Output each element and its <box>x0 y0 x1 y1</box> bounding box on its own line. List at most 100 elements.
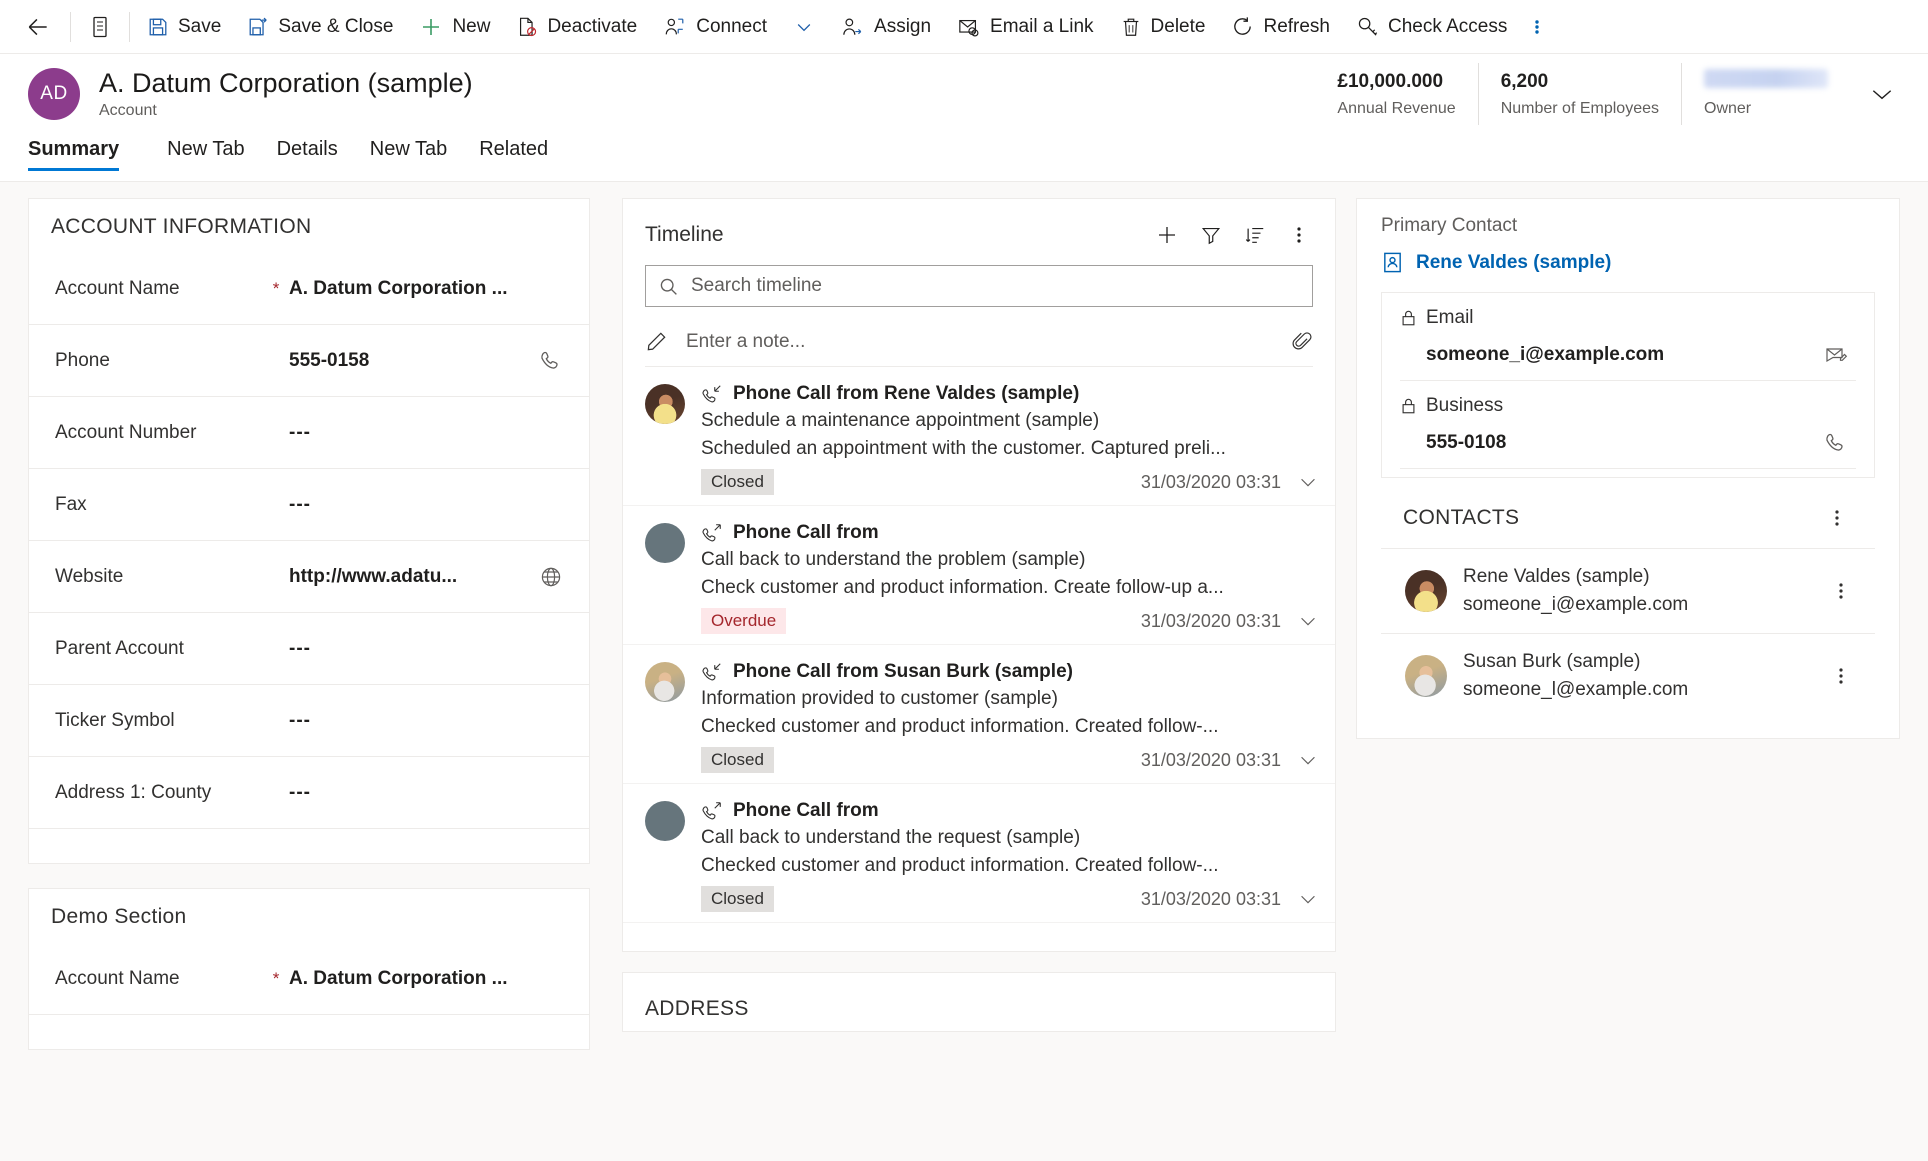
timeline-item[interactable]: Phone Call from Rene Valdes (sample) Sch… <box>623 367 1335 506</box>
field-value: A. Datum Corporation ... <box>289 277 508 299</box>
delete-button[interactable]: Delete <box>1107 0 1219 54</box>
refresh-button[interactable]: Refresh <box>1218 0 1343 54</box>
avatar <box>645 523 685 563</box>
check-access-button[interactable]: Check Access <box>1343 0 1520 54</box>
connect-dropdown-button[interactable] <box>780 0 828 54</box>
timeline-item-description: Checked customer and product information… <box>701 855 1219 876</box>
field-parent-account[interactable]: Parent Account --- <box>29 613 589 685</box>
phone-icon[interactable] <box>1816 431 1856 455</box>
timeline-item-title: Phone Call from <box>733 800 879 821</box>
business-label-wrap: Business <box>1400 395 1856 417</box>
deactivate-button[interactable]: Deactivate <box>503 0 650 54</box>
avatar-initials: AD <box>40 83 68 104</box>
field-label: Fax <box>55 493 87 515</box>
sort-icon <box>1244 224 1266 246</box>
field-website[interactable]: Website http://www.adatu... <box>29 541 589 613</box>
new-button[interactable]: New <box>406 0 503 54</box>
timeline-item-footer: Closed 31/03/2020 03:31 <box>701 747 1319 773</box>
timeline-search-input[interactable]: Search timeline <box>645 265 1313 307</box>
field-demo-account-name[interactable]: Account Name * A. Datum Corporation ... <box>29 943 589 1015</box>
tab-new-tab-2[interactable]: New Tab <box>354 134 463 181</box>
list-item[interactable]: Susan Burk (sample) someone_l@example.co… <box>1381 633 1875 718</box>
email-label-wrap: Email <box>1400 307 1856 329</box>
primary-contact-name: Rene Valdes (sample) <box>1416 251 1612 273</box>
field-account-name[interactable]: Account Name * A. Datum Corporation ... <box>29 253 589 325</box>
header-stat-annual-revenue[interactable]: £10,000.000 Annual Revenue <box>1315 63 1477 125</box>
field-account-number[interactable]: Account Number --- <box>29 397 589 469</box>
timeline-actions <box>1147 215 1319 255</box>
chevron-down-icon <box>794 17 814 37</box>
avatar <box>1405 655 1447 697</box>
toolbar-divider-1 <box>70 11 71 42</box>
list-item[interactable]: Rene Valdes (sample) someone_i@example.c… <box>1381 548 1875 633</box>
address-card: ADDRESS <box>622 972 1336 1032</box>
assign-button[interactable]: Assign <box>828 0 944 54</box>
back-button[interactable] <box>14 3 62 51</box>
phone-icon[interactable] <box>531 349 571 373</box>
page-title: A. Datum Corporation (sample) <box>99 67 473 98</box>
delete-label: Delete <box>1150 15 1206 37</box>
timeline-item-description: Check customer and product information. … <box>701 577 1224 598</box>
contact-email: someone_i@example.com <box>1463 594 1689 615</box>
phone-incoming-icon <box>701 661 723 683</box>
globe-icon[interactable] <box>531 565 571 589</box>
tab-details[interactable]: Details <box>261 134 354 181</box>
primary-contact-link[interactable]: Rene Valdes (sample) <box>1381 251 1875 274</box>
timeline-item[interactable]: Phone Call from Susan Burk (sample) Info… <box>623 645 1335 784</box>
record-title-block: A. Datum Corporation (sample) Account <box>99 67 473 122</box>
timeline-item[interactable]: Phone Call from Call back to understand … <box>623 784 1335 923</box>
more-vertical-icon <box>1838 580 1844 602</box>
timeline-sort-button[interactable] <box>1235 215 1275 255</box>
attachment-icon[interactable] <box>1291 331 1313 353</box>
timeline-note-input[interactable]: Enter a note... <box>645 317 1313 367</box>
field-phone[interactable]: Phone 555-0158 <box>29 325 589 397</box>
save-close-icon <box>247 16 269 38</box>
email-value-row[interactable]: someone_i@example.com <box>1400 329 1856 381</box>
field-value: --- <box>289 493 311 515</box>
contact-more-button[interactable] <box>1821 656 1861 696</box>
business-value-row[interactable]: 555-0108 <box>1400 417 1856 469</box>
expand-header-button[interactable] <box>1860 72 1904 116</box>
timeline-item-body: Phone Call from Susan Burk (sample) Info… <box>701 659 1319 773</box>
connect-button[interactable]: Connect <box>650 0 780 54</box>
plus-icon <box>419 15 443 39</box>
timeline-item-date: 31/03/2020 03:31 <box>1140 749 1281 770</box>
command-bar-overflow-button[interactable] <box>1520 0 1554 54</box>
email-a-link-button[interactable]: Email a Link <box>944 0 1107 54</box>
contact-email: someone_l@example.com <box>1463 679 1689 700</box>
lock-icon <box>1400 397 1417 415</box>
field-address-1-county[interactable]: Address 1: County --- <box>29 757 589 829</box>
contact-name: Rene Valdes (sample) <box>1463 566 1650 587</box>
timeline-item[interactable]: Phone Call from Call back to understand … <box>623 506 1335 645</box>
timeline-item-expand-button[interactable] <box>1297 888 1319 910</box>
tab-related[interactable]: Related <box>463 134 564 181</box>
timeline-create-record-button[interactable] <box>1147 215 1187 255</box>
timeline-item-expand-button[interactable] <box>1297 749 1319 771</box>
contact-more-button[interactable] <box>1821 571 1861 611</box>
timeline-item-body: Phone Call from Call back to understand … <box>701 798 1319 912</box>
save-and-close-button[interactable]: Save & Close <box>234 0 406 54</box>
timeline-filter-button[interactable] <box>1191 215 1231 255</box>
avatar <box>1405 570 1447 612</box>
save-button[interactable]: Save <box>134 0 234 54</box>
header-stat-owner[interactable]: Owner <box>1681 63 1850 125</box>
toolbar-divider-2 <box>129 11 130 42</box>
tab-new-tab-1[interactable]: New Tab <box>151 134 260 181</box>
timeline-more-button[interactable] <box>1279 215 1319 255</box>
timeline-item-expand-button[interactable] <box>1297 610 1319 632</box>
status-badge: Closed <box>701 747 774 773</box>
email-icon[interactable] <box>1816 343 1856 367</box>
field-fax[interactable]: Fax --- <box>29 469 589 541</box>
contacts-more-button[interactable] <box>1817 498 1857 538</box>
timeline-item-footer: Closed 31/03/2020 03:31 <box>701 469 1319 495</box>
annual-revenue-value: £10,000.000 <box>1337 70 1444 92</box>
timeline-item-expand-button[interactable] <box>1297 471 1319 493</box>
search-icon <box>658 276 679 297</box>
form-selector-button[interactable] <box>75 0 125 54</box>
header-stat-number-of-employees[interactable]: 6,200 Number of Employees <box>1477 63 1681 125</box>
tab-summary[interactable]: Summary <box>28 134 135 181</box>
timeline-item-subject: Call back to understand the problem (sam… <box>701 549 1086 570</box>
contact-name: Susan Burk (sample) <box>1463 651 1641 672</box>
field-ticker-symbol[interactable]: Ticker Symbol --- <box>29 685 589 757</box>
field-value: A. Datum Corporation ... <box>289 967 508 989</box>
